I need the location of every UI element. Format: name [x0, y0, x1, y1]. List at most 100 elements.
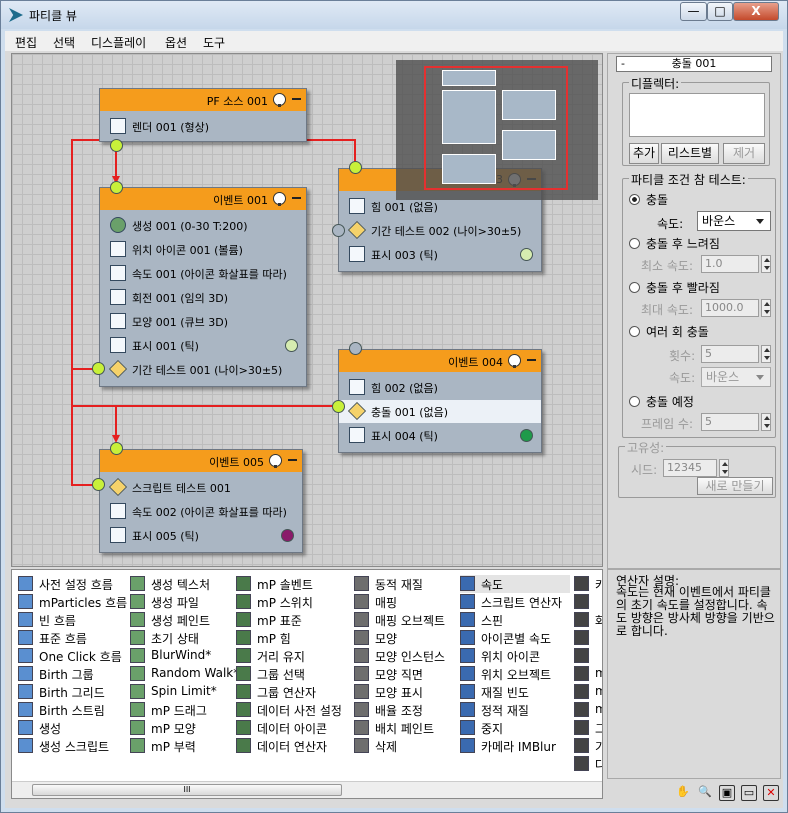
zoom-icon[interactable]: 🔍	[697, 785, 713, 801]
operator-age-test[interactable]: 기간 테스트 001 (나이>30±5)	[106, 358, 300, 381]
bulb-icon[interactable]	[273, 93, 286, 107]
close-button[interactable]: X	[733, 2, 779, 21]
node-pf-source[interactable]: PF 소스 001 렌더 001 (형상)	[99, 88, 307, 142]
zoom-extents-icon[interactable]: ▭	[741, 785, 757, 801]
maximize-button[interactable]: □	[707, 2, 733, 21]
depot-item[interactable]: 모양 인스턴스	[354, 647, 464, 665]
depot-item[interactable]: mP 드래그	[130, 701, 240, 719]
depot-item[interactable]: 매핑 오브젝트	[354, 611, 464, 629]
operator-age-test[interactable]: 기간 테스트 002 (나이>30±5)	[345, 219, 535, 242]
operator-collision[interactable]: 충돌 001 (없음)	[339, 400, 541, 423]
depot-item[interactable]: 카메라 IMBlur	[460, 737, 570, 755]
node-header[interactable]: 이벤트 005	[100, 450, 302, 472]
depot-item[interactable]: 모양 직면	[354, 665, 464, 683]
depot-item[interactable]: 위치 아이콘	[460, 647, 570, 665]
bulb-icon[interactable]	[273, 192, 286, 206]
depot-item[interactable]: mP 표준	[236, 611, 346, 629]
depot-item[interactable]: m	[574, 701, 602, 719]
seed-spinner[interactable]	[719, 459, 729, 477]
depot-item[interactable]: 그룹 연산자	[236, 683, 346, 701]
operator-birth[interactable]: 생성 001 (0-30 T:200)	[106, 214, 300, 237]
node-header[interactable]: PF 소스 001	[100, 89, 306, 111]
add-deflector-button[interactable]: 추가	[629, 143, 659, 164]
display-color-swatch[interactable]	[281, 529, 294, 542]
collapse-icon[interactable]	[292, 197, 301, 199]
new-seed-button[interactable]: 새로 만들기	[697, 477, 773, 495]
depot-item[interactable]: mP 힘	[236, 629, 346, 647]
depot-item[interactable]: 중지	[460, 719, 570, 737]
node-event-004[interactable]: 이벤트 004 힘 002 (없음) 충돌 001 (없음) 표시 004 (틱…	[338, 349, 542, 453]
depot-item[interactable]: 생성	[18, 719, 128, 737]
depot-item[interactable]	[574, 629, 602, 647]
collide-radio[interactable]: 충돌	[629, 191, 668, 208]
depot-item[interactable]: 생성 텍스처	[130, 575, 240, 593]
operator-render[interactable]: 렌더 001 (형상)	[106, 115, 300, 138]
depot-item[interactable]: 생성 페인트	[130, 611, 240, 629]
menu-display[interactable]: 디스플레이	[91, 34, 146, 51]
depot-item[interactable]: 속도	[460, 575, 570, 593]
depot-item[interactable]: m	[574, 665, 602, 683]
speed2-dropdown[interactable]: 바운스	[701, 367, 771, 387]
depot-item[interactable]: 아이콘별 속도	[460, 629, 570, 647]
multiple-collisions-radio[interactable]: 여러 회 충돌	[629, 323, 709, 340]
menu-options[interactable]: 옵션	[165, 34, 187, 51]
output-socket[interactable]	[92, 478, 105, 491]
navigator-overview[interactable]	[396, 60, 598, 200]
depot-item[interactable]	[574, 593, 602, 611]
depot-item[interactable]: 사전 설정 흐름	[18, 575, 128, 593]
collapse-icon[interactable]	[527, 359, 536, 361]
depot-item[interactable]: One Click 흐름	[18, 647, 128, 665]
operator-speed[interactable]: 속도 002 (아이콘 화살표를 따라)	[106, 500, 296, 523]
operator-force[interactable]: 힘 002 (없음)	[345, 376, 535, 399]
depot-item[interactable]: 데이터 아이콘	[236, 719, 346, 737]
count-field[interactable]: 5	[701, 345, 759, 363]
depot-item[interactable]: 다	[574, 755, 602, 773]
operator-position-icon[interactable]: 위치 아이콘 001 (볼륨)	[106, 238, 300, 261]
node-header[interactable]: 이벤트 004	[339, 350, 541, 372]
no-zoom-icon[interactable]: ✕	[763, 785, 779, 801]
depot-item[interactable]: 표준 흐름	[18, 629, 128, 647]
operator-display[interactable]: 표시 003 (틱)	[345, 243, 535, 266]
fast-after-collision-radio[interactable]: 충돌 후 빨라짐	[629, 279, 720, 296]
display-color-swatch[interactable]	[520, 248, 533, 261]
depot-item[interactable]: 그룹 선택	[236, 665, 346, 683]
by-list-button[interactable]: 리스트별	[661, 143, 719, 164]
collapse-icon[interactable]	[288, 459, 297, 461]
node-header[interactable]: 이벤트 001	[100, 188, 306, 210]
display-color-swatch[interactable]	[520, 429, 533, 442]
depot-item[interactable]: 기	[574, 737, 602, 755]
output-socket[interactable]	[332, 400, 345, 413]
particle-diagram-canvas[interactable]: PF 소스 001 렌더 001 (형상) 이벤트 001 생성 001 (0-…	[11, 53, 603, 567]
depot-item[interactable]: 생성 파일	[130, 593, 240, 611]
depot-item[interactable]: 스크립트 연산자	[460, 593, 570, 611]
menu-select[interactable]: 선택	[53, 34, 75, 51]
depot-horizontal-scrollbar[interactable]: III	[12, 781, 602, 798]
rollout-collapse-icon[interactable]: -	[621, 57, 625, 71]
depot-item[interactable]: 초기 상태	[130, 629, 240, 647]
min-speed-spinner[interactable]	[761, 255, 771, 273]
depot-item[interactable]: Random Walk*	[130, 665, 240, 683]
depot-item[interactable]	[574, 647, 602, 665]
depot-item[interactable]: 화	[574, 611, 602, 629]
depot-item[interactable]: mP 부력	[130, 737, 240, 755]
node-event-005[interactable]: 이벤트 005 스크립트 테스트 001 속도 002 (아이콘 화살표를 따라…	[99, 449, 303, 553]
depot-item[interactable]: Birth 그리드	[18, 683, 128, 701]
operator-speed[interactable]: 속도 001 (아이콘 화살표를 따라)	[106, 262, 300, 285]
operator-rotation[interactable]: 회전 001 (임의 3D)	[106, 286, 300, 309]
input-socket[interactable]	[349, 342, 362, 355]
bulb-icon[interactable]	[508, 354, 521, 368]
depot-item[interactable]: 위치 오브젝트	[460, 665, 570, 683]
depot-item[interactable]: 모양	[354, 629, 464, 647]
min-speed-field[interactable]: 1.0	[701, 255, 759, 273]
scrollbar-thumb[interactable]: III	[32, 784, 342, 796]
depot-item[interactable]: 그	[574, 719, 602, 737]
depot-item[interactable]: BlurWind*	[130, 647, 240, 665]
depot-item[interactable]: 데이터 사전 설정	[236, 701, 346, 719]
depot-item[interactable]: 카	[574, 575, 602, 593]
collapse-icon[interactable]	[292, 98, 301, 100]
depot-item[interactable]: 재질 빈도	[460, 683, 570, 701]
rollout-header[interactable]: - 충돌 001	[616, 56, 772, 72]
depot-item[interactable]: mParticles 흐름	[18, 593, 128, 611]
depot-item[interactable]: 스핀	[460, 611, 570, 629]
count-spinner[interactable]	[761, 345, 771, 363]
